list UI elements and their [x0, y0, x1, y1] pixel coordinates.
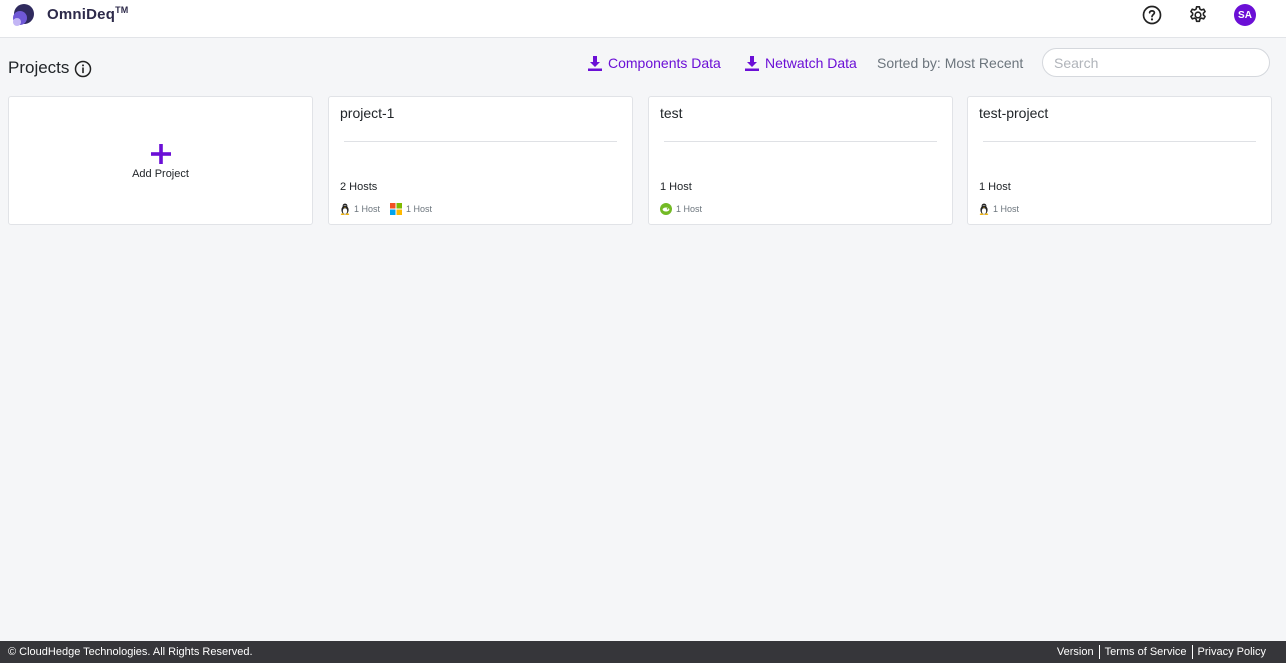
suse-logo-icon: [660, 203, 672, 215]
components-data-label: Components Data: [608, 55, 721, 71]
footer-links: Version Terms of Service Privacy Policy: [1052, 645, 1271, 659]
download-icon: [588, 55, 602, 71]
top-bar: OmniDeqTM SA: [0, 0, 1286, 38]
netwatch-data-download-link[interactable]: Netwatch Data: [745, 55, 857, 71]
project-card[interactable]: project-1 2 Hosts 1 Host 1 Host: [328, 96, 633, 225]
os-host-count: 1 Host: [676, 204, 703, 214]
host-count: 1 Host: [979, 181, 1011, 193]
search-input[interactable]: [1042, 48, 1270, 77]
page-title: Projects: [8, 58, 70, 77]
windows-logo-icon: [390, 203, 403, 215]
privacy-policy-link[interactable]: Privacy Policy: [1193, 645, 1271, 659]
components-data-download-link[interactable]: Components Data: [588, 55, 721, 71]
terms-of-service-link[interactable]: Terms of Service: [1100, 645, 1192, 659]
brand-name[interactable]: OmniDeqTM: [47, 5, 128, 23]
os-host-item: 1 Host: [979, 203, 1019, 215]
os-breakdown: 1 Host 1 Host: [340, 203, 442, 215]
host-count: 1 Host: [660, 181, 692, 193]
version-link[interactable]: Version: [1052, 645, 1099, 659]
user-avatar[interactable]: SA: [1234, 4, 1256, 26]
os-host-item: 1 Host: [390, 203, 432, 215]
project-name: test: [660, 105, 683, 121]
plus-icon: [150, 144, 171, 164]
sort-selector[interactable]: Sorted by: Most Recent: [877, 55, 1023, 71]
project-name: test-project: [979, 105, 1049, 121]
os-host-count: 1 Host: [354, 204, 381, 214]
info-icon[interactable]: [74, 60, 92, 78]
os-breakdown: 1 Host: [979, 203, 1029, 215]
download-icon: [745, 55, 759, 71]
os-host-item: 1 Host: [660, 203, 702, 215]
footer: © CloudHedge Technologies. All Rights Re…: [0, 641, 1286, 663]
project-name: project-1: [340, 105, 395, 121]
linux-tux-icon: [979, 203, 989, 215]
host-count: 2 Hosts: [340, 181, 378, 193]
netwatch-data-label: Netwatch Data: [765, 55, 857, 71]
os-host-item: 1 Host: [340, 203, 380, 215]
card-divider: [344, 141, 617, 142]
card-divider: [664, 141, 937, 142]
os-host-count: 1 Host: [993, 204, 1020, 214]
project-card[interactable]: test-project 1 Host 1 Host: [967, 96, 1272, 225]
omnideq-logo-icon[interactable]: [11, 3, 35, 27]
help-icon[interactable]: [1142, 5, 1162, 25]
add-project-label: Add Project: [132, 168, 189, 180]
project-card[interactable]: test 1 Host 1 Host: [648, 96, 953, 225]
os-breakdown: 1 Host: [660, 203, 712, 215]
linux-tux-icon: [340, 203, 350, 215]
os-host-count: 1 Host: [406, 204, 433, 214]
copyright-text: © CloudHedge Technologies. All Rights Re…: [8, 646, 253, 658]
card-divider: [983, 141, 1256, 142]
settings-gear-icon[interactable]: [1188, 5, 1208, 25]
add-project-card[interactable]: Add Project: [8, 96, 313, 225]
